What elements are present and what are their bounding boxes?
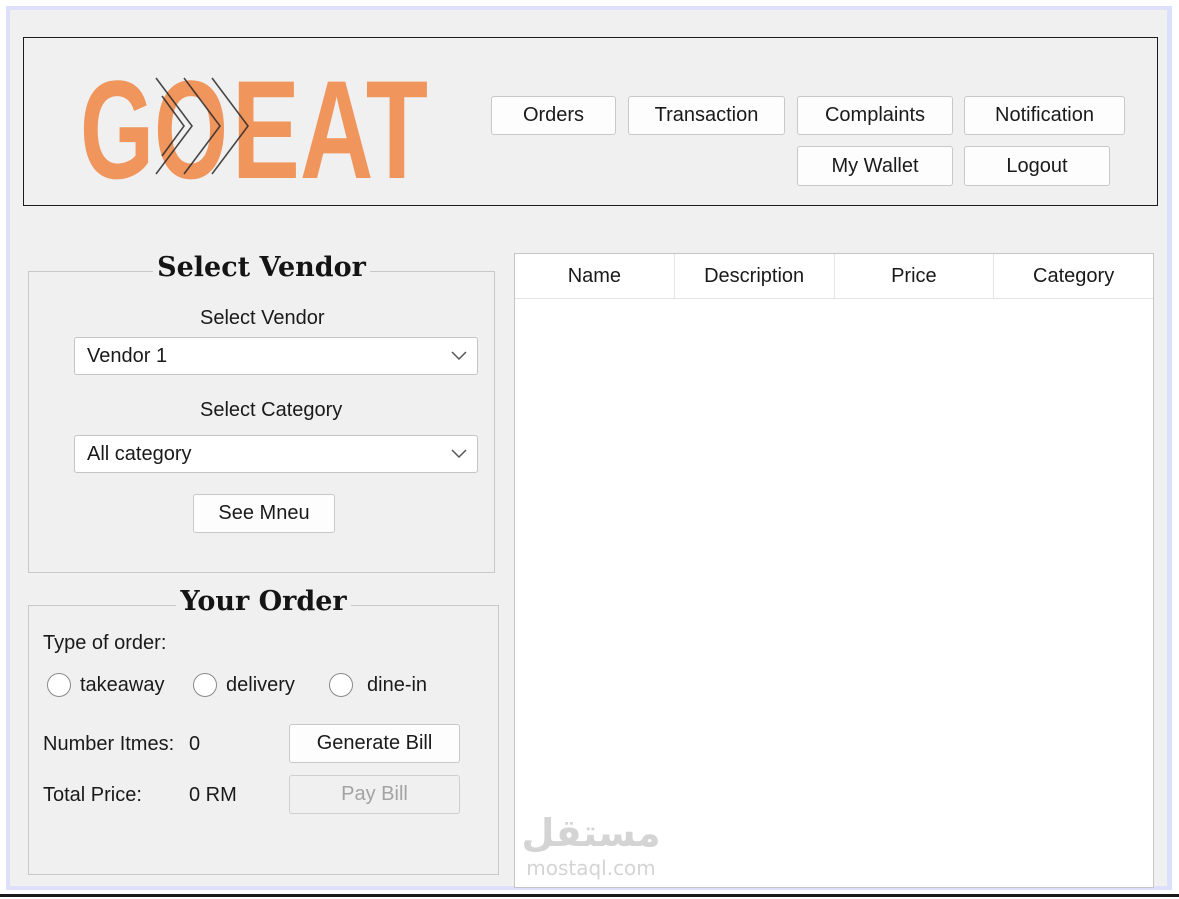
category-select[interactable]: All category <box>74 435 478 473</box>
logout-button[interactable]: Logout <box>964 146 1110 186</box>
vendor-label: Select Vendor <box>200 307 325 329</box>
dine-in-radio[interactable] <box>329 673 353 697</box>
watermark: مستقل mostaql.com <box>516 810 666 882</box>
orders-button[interactable]: Orders <box>491 96 616 135</box>
takeaway-radio[interactable] <box>47 673 71 697</box>
delivery-radio[interactable] <box>193 673 217 697</box>
total-price-value: 0 RM <box>189 784 237 806</box>
delivery-label: delivery <box>226 674 295 696</box>
column-header-description[interactable]: Description <box>675 254 835 298</box>
table-header: Name Description Price Category <box>515 254 1153 299</box>
complaints-button[interactable]: Complaints <box>797 96 953 135</box>
my-wallet-button[interactable]: My Wallet <box>797 146 953 186</box>
see-menu-button[interactable]: See Mneu <box>193 494 335 533</box>
generate-bill-button[interactable]: Generate Bill <box>289 724 460 763</box>
logo-text-eat: EAT <box>232 66 428 184</box>
column-header-category[interactable]: Category <box>994 254 1153 298</box>
chevron-down-icon <box>451 449 467 459</box>
total-price-label: Total Price: <box>43 784 142 806</box>
notification-button[interactable]: Notification <box>964 96 1125 135</box>
watermark-latin: mostaql.com <box>526 856 656 880</box>
items-count-value: 0 <box>189 733 201 755</box>
your-order-title: Your Order <box>29 586 498 618</box>
transaction-button[interactable]: Transaction <box>628 96 785 135</box>
logo-text-go: GO <box>80 66 228 184</box>
select-vendor-title: Select Vendor <box>29 252 494 284</box>
category-select-value: All category <box>87 442 192 465</box>
order-type-label: Type of order: <box>43 632 167 654</box>
goeat-logo: GO EAT <box>80 66 428 184</box>
bottom-border <box>0 894 1179 897</box>
takeaway-label: takeaway <box>80 674 165 696</box>
chevron-down-icon <box>451 351 467 361</box>
menu-table[interactable]: Name Description Price Category <box>514 253 1154 888</box>
dine-in-label: dine-in <box>367 674 428 696</box>
header-panel: GO EAT Orders Transaction Complaints Not… <box>23 37 1158 206</box>
column-header-price[interactable]: Price <box>835 254 995 298</box>
vendor-select-value: Vendor 1 <box>87 344 168 367</box>
pay-bill-button[interactable]: Pay Bill <box>289 775 460 814</box>
column-header-name[interactable]: Name <box>515 254 675 298</box>
vendor-select[interactable]: Vendor 1 <box>74 337 478 375</box>
category-label: Select Category <box>200 399 343 421</box>
watermark-arabic: مستقل <box>521 811 661 855</box>
items-count-label: Number Itmes: <box>43 733 175 755</box>
